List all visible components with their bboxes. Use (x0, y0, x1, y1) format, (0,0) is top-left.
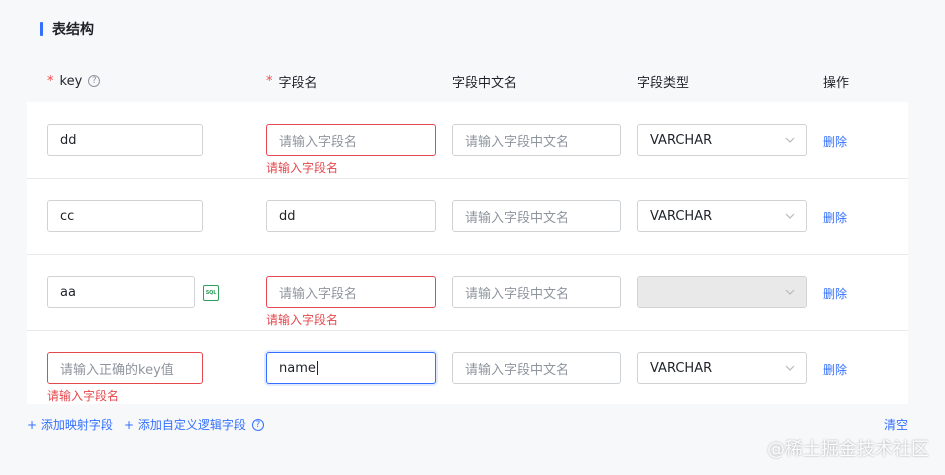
key-input[interactable]: 请输入正确的key值 (47, 352, 203, 384)
field-type-value: VARCHAR (650, 132, 713, 148)
required-mark: * (47, 73, 54, 89)
field-cn-name-placeholder: 请输入字段中文名 (465, 286, 570, 302)
key-input-value: aa (60, 284, 76, 300)
column-header-field-cn-name: 字段中文名 (452, 75, 518, 91)
field-name-error: 请输入字段名 (266, 313, 339, 327)
field-name-placeholder: 请输入字段名 (279, 134, 358, 150)
help-icon[interactable]: ? (251, 418, 264, 431)
field-type-value: VARCHAR (650, 360, 713, 376)
add-mapping-field-button[interactable]: + 添加映射字段 (27, 416, 113, 433)
row-divider (27, 330, 908, 331)
field-name-input[interactable]: 请输入字段名 (266, 124, 436, 156)
key-input[interactable]: dd (47, 124, 203, 156)
section-title-bar (40, 22, 43, 36)
section-title-text: 表结构 (52, 22, 94, 38)
clear-button[interactable]: 清空 (884, 416, 908, 433)
chevron-down-icon (785, 213, 795, 219)
row-divider (27, 254, 908, 255)
chevron-down-icon (785, 289, 795, 295)
field-type-select[interactable]: VARCHAR (637, 200, 807, 232)
watermark: @稀土掘金技术社区 (767, 439, 929, 460)
column-header-field-type: 字段类型 (637, 75, 690, 91)
sql-icon[interactable]: SQL (203, 285, 219, 301)
field-type-select[interactable]: VARCHAR (637, 352, 807, 384)
field-cn-name-placeholder: 请输入字段中文名 (465, 210, 570, 226)
field-cn-name-input[interactable]: 请输入字段中文名 (452, 200, 621, 232)
field-type-select-disabled (637, 276, 807, 308)
field-name-input[interactable]: name (266, 352, 436, 384)
chevron-down-icon (785, 365, 795, 371)
field-type-select[interactable]: VARCHAR (637, 124, 807, 156)
field-name-value: name (279, 360, 316, 376)
section-title: 表结构 (40, 20, 94, 38)
field-name-placeholder: 请输入字段名 (279, 286, 358, 302)
delete-button[interactable]: 删除 (823, 209, 847, 226)
field-name-input[interactable]: 请输入字段名 (266, 276, 436, 308)
column-header-key-label: key (59, 73, 83, 89)
field-name-value: dd (279, 208, 296, 224)
field-cn-name-input[interactable]: 请输入字段中文名 (452, 124, 621, 156)
column-header-key: * key ? (47, 72, 101, 90)
add-mapping-field-label: + 添加映射字段 (27, 418, 113, 432)
delete-button[interactable]: 删除 (823, 285, 847, 302)
key-input-value: cc (60, 208, 75, 224)
column-header-field-name-label: 字段名 (278, 75, 318, 91)
text-caret (316, 361, 318, 375)
field-name-error: 请输入字段名 (266, 161, 339, 175)
key-input-placeholder: 请输入正确的key值 (60, 362, 174, 378)
field-cn-name-placeholder: 请输入字段中文名 (465, 134, 570, 150)
row-divider (27, 178, 908, 179)
field-name-input[interactable]: dd (266, 200, 436, 232)
key-error: 请输入字段名 (47, 389, 120, 403)
column-header-actions: 操作 (823, 75, 850, 91)
key-input[interactable]: aa (47, 276, 195, 308)
delete-button[interactable]: 删除 (823, 133, 847, 150)
add-custom-field-button[interactable]: + 添加自定义逻辑字段 ? (124, 416, 264, 433)
chevron-down-icon (785, 137, 795, 143)
field-cn-name-input[interactable]: 请输入字段中文名 (452, 352, 621, 384)
delete-button[interactable]: 删除 (823, 361, 847, 378)
field-cn-name-input[interactable]: 请输入字段中文名 (452, 276, 621, 308)
add-custom-field-label: + 添加自定义逻辑字段 (124, 418, 246, 432)
key-input-value: dd (60, 132, 77, 148)
field-type-value: VARCHAR (650, 208, 713, 224)
column-header-field-name: * 字段名 (266, 72, 318, 91)
help-icon[interactable]: ? (88, 75, 101, 87)
field-cn-name-placeholder: 请输入字段中文名 (465, 362, 570, 378)
key-input[interactable]: cc (47, 200, 203, 232)
required-mark: * (266, 73, 273, 89)
